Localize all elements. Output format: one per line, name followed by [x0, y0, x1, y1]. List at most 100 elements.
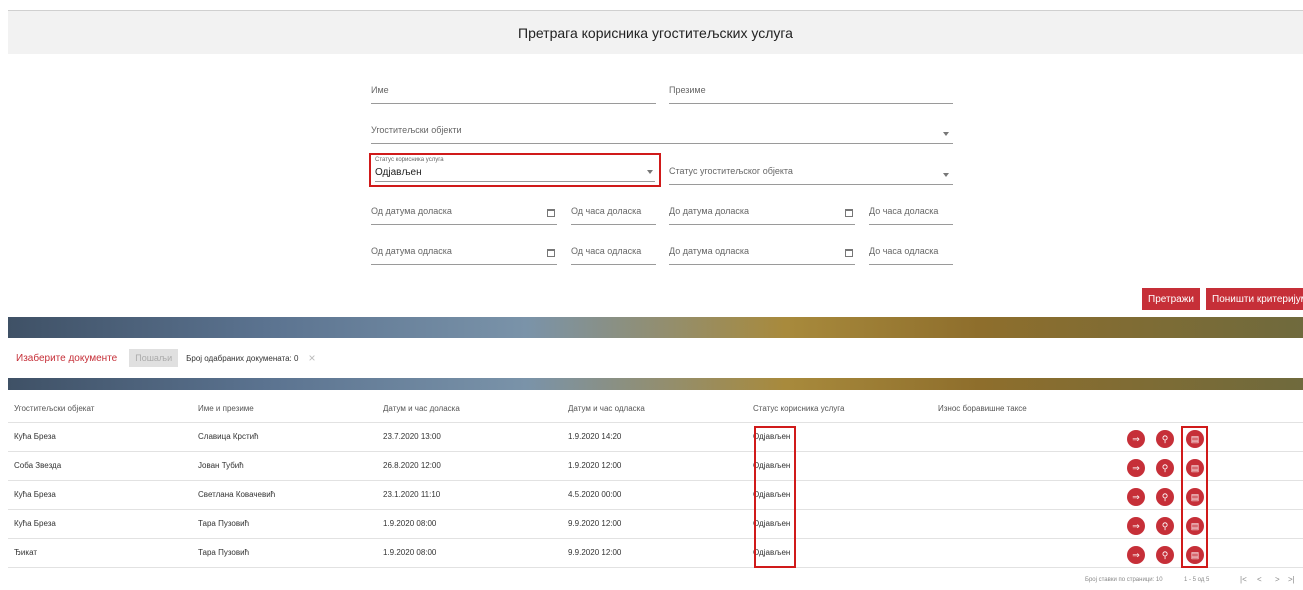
departure-from-time-label: Од часа одласка [571, 246, 642, 256]
selected-count: Број одабраних докумената: 0 [186, 353, 299, 363]
arrival-from-date-label: Од датума доласка [371, 206, 452, 216]
tax-cell [932, 480, 1117, 510]
tax-cell [932, 422, 1117, 452]
departure-to-date-label: До датума одласка [669, 246, 750, 256]
name-cell: Светлана Ковачевић [192, 480, 377, 510]
arrival-cell: 23.1.2020 11:10 [377, 480, 562, 510]
user-status-value: Одјављен [375, 167, 422, 178]
user-status-select[interactable]: Статус корисника услуга Одјављен [369, 153, 661, 187]
column-header[interactable]: Датум и час одласка [562, 396, 747, 423]
table-row[interactable]: Ђикат Тара Пузовић 1.9.2020 08:00 9.9.20… [8, 538, 1303, 568]
table-header-row: Угоститељски објекат Име и презиме Датум… [8, 396, 1303, 423]
column-header[interactable]: Износ боравишне таксе [932, 396, 1117, 423]
name-cell: Славица Крстић [192, 422, 377, 452]
row-actions-cell [1117, 480, 1303, 510]
prev-page-icon[interactable]: < [1257, 575, 1262, 584]
first-name-field[interactable]: Име [371, 82, 656, 104]
table-row[interactable]: Соба Звезда Јован Тубић 26.8.2020 12:00 … [8, 451, 1303, 481]
departure-cell: 9.9.2020 12:00 [562, 538, 747, 568]
column-header[interactable]: Угоститељски објекат [8, 396, 192, 423]
name-cell: Тара Пузовић [192, 509, 377, 539]
tax-cell [932, 451, 1117, 481]
login-icon[interactable]: ⇒ [1127, 546, 1145, 564]
facility-cell: Кућа Бреза [8, 509, 192, 539]
departure-cell: 1.9.2020 12:00 [562, 451, 747, 481]
calendar-icon[interactable] [845, 209, 853, 217]
departure-from-date-field[interactable]: Од датума одласка [371, 243, 557, 265]
page-title: Претрага корисника угоститељских услуга [518, 24, 793, 41]
departure-from-time-field[interactable]: Од часа одласка [571, 243, 656, 265]
results-table: Угоститељски објекат Име и презиме Датум… [8, 396, 1303, 568]
facility-cell: Кућа Бреза [8, 480, 192, 510]
first-page-icon[interactable]: |< [1240, 575, 1247, 584]
chevron-down-icon [647, 170, 653, 174]
departure-to-time-field[interactable]: До часа одласка [869, 243, 953, 265]
arrival-from-time-field[interactable]: Од часа доласка [571, 203, 656, 225]
facility-status-label: Статус угоститељског објекта [669, 166, 793, 176]
arrival-cell: 1.9.2020 08:00 [377, 538, 562, 568]
facility-status-select[interactable]: Статус угоститељског објекта [669, 163, 953, 185]
facility-cell: Соба Звезда [8, 451, 192, 481]
send-button[interactable]: Пошаљи [129, 349, 179, 367]
arrival-to-time-label: До часа доласка [869, 206, 939, 216]
tax-cell [932, 538, 1117, 568]
search-button[interactable]: Претражи [1142, 288, 1200, 310]
name-cell: Јован Тубић [192, 451, 377, 481]
facilities-select[interactable]: Угоститељски објекти [371, 122, 953, 144]
arrival-cell: 23.7.2020 13:00 [377, 422, 562, 452]
login-icon[interactable]: ⇒ [1127, 459, 1145, 477]
table-row[interactable]: Кућа Бреза Славица Крстић 23.7.2020 13:0… [8, 422, 1303, 452]
search-icon[interactable]: ⚲ [1156, 546, 1174, 564]
departure-cell: 1.9.2020 14:20 [562, 422, 747, 452]
arrival-to-time-field[interactable]: До часа доласка [869, 203, 953, 225]
last-page-icon[interactable]: >| [1288, 575, 1295, 584]
departure-to-time-label: До часа одласка [869, 246, 939, 256]
departure-cell: 4.5.2020 00:00 [562, 480, 747, 510]
login-icon[interactable]: ⇒ [1127, 517, 1145, 535]
row-actions-cell [1117, 509, 1303, 539]
facilities-label: Угоститељски објекти [371, 125, 462, 135]
search-icon[interactable]: ⚲ [1156, 459, 1174, 477]
row-actions-cell [1117, 538, 1303, 568]
document-column-highlight [1181, 426, 1208, 568]
facility-cell: Ђикат [8, 538, 192, 568]
items-per-page[interactable]: Број ставки по страници: 10 [1085, 577, 1163, 583]
actions-column-header [1117, 396, 1303, 423]
page-range: 1 - 5 од 5 [1184, 577, 1210, 583]
last-name-label: Презиме [669, 85, 706, 95]
row-actions-cell [1117, 451, 1303, 481]
calendar-icon[interactable] [547, 209, 555, 217]
search-icon[interactable]: ⚲ [1156, 430, 1174, 448]
arrival-from-date-field[interactable]: Од датума доласка [371, 203, 557, 225]
row-actions-cell [1117, 422, 1303, 452]
calendar-icon[interactable] [547, 249, 555, 257]
departure-to-date-field[interactable]: До датума одласка [669, 243, 855, 265]
arrival-cell: 1.9.2020 08:00 [377, 509, 562, 539]
facility-cell: Кућа Бреза [8, 422, 192, 452]
login-icon[interactable]: ⇒ [1127, 488, 1145, 506]
column-header[interactable]: Име и презиме [192, 396, 377, 423]
column-header[interactable]: Статус корисника услуга [747, 396, 932, 423]
chevron-down-icon [943, 173, 949, 177]
table-row[interactable]: Кућа Бреза Тара Пузовић 1.9.2020 08:00 9… [8, 509, 1303, 539]
close-icon[interactable]: × [308, 351, 315, 365]
last-name-field[interactable]: Презиме [669, 82, 953, 104]
user-status-label: Статус корисника услуга [375, 157, 444, 163]
login-icon[interactable]: ⇒ [1127, 430, 1145, 448]
column-header[interactable]: Датум и час доласка [377, 396, 562, 423]
tax-cell [932, 509, 1117, 539]
departure-cell: 9.9.2020 12:00 [562, 509, 747, 539]
search-icon[interactable]: ⚲ [1156, 488, 1174, 506]
scenery-banner [8, 317, 1303, 338]
next-page-icon[interactable]: > [1275, 575, 1280, 584]
chevron-down-icon [943, 132, 949, 136]
search-icon[interactable]: ⚲ [1156, 517, 1174, 535]
scenery-banner [8, 378, 1303, 390]
table-row[interactable]: Кућа Бреза Светлана Ковачевић 23.1.2020 … [8, 480, 1303, 510]
arrival-to-date-field[interactable]: До датума доласка [669, 203, 855, 225]
calendar-icon[interactable] [845, 249, 853, 257]
reset-criteria-button[interactable]: Поништи критеријуме [1206, 288, 1303, 310]
choose-documents-link[interactable]: Изаберите документе [16, 353, 117, 364]
page-header: Претрага корисника угоститељских услуга [8, 10, 1303, 54]
arrival-cell: 26.8.2020 12:00 [377, 451, 562, 481]
